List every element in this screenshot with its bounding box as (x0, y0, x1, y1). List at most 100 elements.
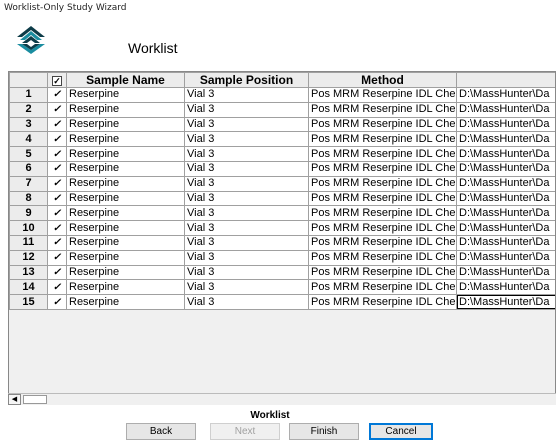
data-path-cell[interactable]: D:\MassHunter\Da (456, 87, 555, 103)
method-cell[interactable]: Pos MRM Reserpine IDL Che (308, 87, 457, 103)
sample-name-cell[interactable]: Reserpine (66, 294, 185, 310)
table-row[interactable]: 15 ✓ Reserpine Vial 3 Pos MRM Reserpine IDL … (9, 294, 555, 310)
sample-position-cell[interactable]: Vial 3 (184, 220, 309, 236)
sample-position-cell[interactable]: Vial 3 (184, 249, 309, 266)
table-row[interactable]: 2 ✓ Reserpine Vial 3 Pos MRM Reserpine IDL C… (9, 101, 555, 118)
table-row[interactable]: 8 ✓ Reserpine Vial 3 Pos MRM Reserpine IDL C… (9, 190, 555, 207)
data-path-cell[interactable]: D:\MassHunter\Da (456, 264, 555, 281)
select-all-checkbox[interactable]: ✓ (47, 72, 67, 88)
column-header-data-path[interactable] (456, 72, 555, 88)
method-cell[interactable]: Pos MRM Reserpine IDL Che (308, 279, 457, 296)
sample-name-cell[interactable]: Reserpine (66, 146, 185, 162)
scrollbar-thumb[interactable] (23, 395, 47, 404)
method-cell[interactable]: Pos MRM Reserpine IDL Che (308, 249, 457, 266)
table-row[interactable]: 5 ✓ Reserpine Vial 3 Pos MRM Reserpine IDL C… (9, 146, 555, 162)
method-cell[interactable]: Pos MRM Reserpine IDL Che (308, 220, 457, 236)
method-cell[interactable]: Pos MRM Reserpine IDL Che (308, 101, 457, 118)
method-cell[interactable]: Pos MRM Reserpine IDL Che (308, 205, 457, 222)
data-path-cell[interactable]: D:\MassHunter\Da (456, 160, 555, 177)
sample-position-cell[interactable]: Vial 3 (184, 175, 309, 192)
sample-name-cell[interactable]: Reserpine (66, 205, 185, 222)
sample-name-cell[interactable]: Reserpine (66, 234, 185, 251)
data-path-cell[interactable]: D:\MassHunter\Da (456, 294, 555, 310)
sample-name-cell[interactable]: Reserpine (66, 131, 185, 148)
row-checkbox[interactable]: ✓ (47, 116, 67, 133)
table-row[interactable]: 6 ✓ Reserpine Vial 3 Pos MRM Reserpine IDL C… (9, 160, 555, 177)
row-checkbox[interactable]: ✓ (47, 160, 67, 177)
sample-position-cell[interactable]: Vial 3 (184, 131, 309, 148)
sample-position-cell[interactable]: Vial 3 (184, 190, 309, 207)
data-path-cell[interactable]: D:\MassHunter\Da (456, 279, 555, 296)
data-path-cell[interactable]: D:\MassHunter\Da (456, 131, 555, 148)
method-cell[interactable]: Pos MRM Reserpine IDL Che (308, 190, 457, 207)
method-cell[interactable]: Pos MRM Reserpine IDL Che (308, 264, 457, 281)
worklist-table[interactable]: ✓ Sample Name Sample Position Method 1 ✓ R… (9, 72, 555, 310)
sample-name-cell[interactable]: Reserpine (66, 160, 185, 177)
data-path-cell[interactable]: D:\MassHunter\Da (456, 205, 555, 222)
method-cell[interactable]: Pos MRM Reserpine IDL Che (308, 116, 457, 133)
data-path-cell[interactable]: D:\MassHunter\Da (456, 116, 555, 133)
table-row[interactable]: 9 ✓ Reserpine Vial 3 Pos MRM Reserpine IDL C… (9, 205, 555, 222)
sample-position-cell[interactable]: Vial 3 (184, 205, 309, 222)
sample-name-cell[interactable]: Reserpine (66, 116, 185, 133)
row-checkbox[interactable]: ✓ (47, 175, 67, 192)
table-row[interactable]: 3 ✓ Reserpine Vial 3 Pos MRM Reserpine IDL C… (9, 116, 555, 133)
row-checkbox[interactable]: ✓ (47, 205, 67, 222)
row-checkbox[interactable]: ✓ (47, 146, 67, 162)
row-checkbox[interactable]: ✓ (47, 264, 67, 281)
sample-position-cell[interactable]: Vial 3 (184, 234, 309, 251)
row-checkbox[interactable]: ✓ (47, 101, 67, 118)
sample-position-cell[interactable]: Vial 3 (184, 294, 309, 310)
data-path-cell[interactable]: D:\MassHunter\Da (456, 220, 555, 236)
table-row[interactable]: 7 ✓ Reserpine Vial 3 Pos MRM Reserpine IDL C… (9, 175, 555, 192)
sample-position-cell[interactable]: Vial 3 (184, 116, 309, 133)
table-row[interactable]: 11 ✓ Reserpine Vial 3 Pos MRM Reserpine IDL … (9, 234, 555, 251)
sample-name-cell[interactable]: Reserpine (66, 190, 185, 207)
sample-position-cell[interactable]: Vial 3 (184, 101, 309, 118)
row-checkbox[interactable]: ✓ (47, 249, 67, 266)
data-path-cell[interactable]: D:\MassHunter\Da (456, 190, 555, 207)
column-header-method[interactable]: Method (308, 72, 457, 88)
data-path-cell[interactable]: D:\MassHunter\Da (456, 234, 555, 251)
sample-name-cell[interactable]: Reserpine (66, 264, 185, 281)
method-cell[interactable]: Pos MRM Reserpine IDL Che (308, 131, 457, 148)
method-cell[interactable]: Pos MRM Reserpine IDL Che (308, 160, 457, 177)
column-header-sample-position[interactable]: Sample Position (184, 72, 309, 88)
table-row[interactable]: 12 ✓ Reserpine Vial 3 Pos MRM Reserpine IDL … (9, 249, 555, 266)
sample-name-cell[interactable]: Reserpine (66, 175, 185, 192)
method-cell[interactable]: Pos MRM Reserpine IDL Che (308, 294, 457, 310)
data-path-cell[interactable]: D:\MassHunter\Da (456, 175, 555, 192)
sample-name-cell[interactable]: Reserpine (66, 87, 185, 103)
row-checkbox[interactable]: ✓ (47, 87, 67, 103)
row-checkbox[interactable]: ✓ (47, 234, 67, 251)
row-checkbox[interactable]: ✓ (47, 279, 67, 296)
sample-name-cell[interactable]: Reserpine (66, 279, 185, 296)
sample-position-cell[interactable]: Vial 3 (184, 279, 309, 296)
horizontal-scrollbar[interactable]: ◀ (8, 393, 556, 405)
sample-position-cell[interactable]: Vial 3 (184, 264, 309, 281)
column-header-sample-name[interactable]: Sample Name (66, 72, 185, 88)
worklist-grid[interactable]: ✓ Sample Name Sample Position Method 1 ✓ R… (8, 71, 556, 404)
back-button[interactable]: Back (126, 423, 196, 440)
data-path-cell[interactable]: D:\MassHunter\Da (456, 101, 555, 118)
data-path-cell[interactable]: D:\MassHunter\Da (456, 146, 555, 162)
cancel-button[interactable]: Cancel (369, 423, 433, 440)
row-checkbox[interactable]: ✓ (47, 190, 67, 207)
sample-position-cell[interactable]: Vial 3 (184, 146, 309, 162)
sample-name-cell[interactable]: Reserpine (66, 101, 185, 118)
table-row[interactable]: 14 ✓ Reserpine Vial 3 Pos MRM Reserpine IDL … (9, 279, 555, 296)
data-path-cell[interactable]: D:\MassHunter\Da (456, 249, 555, 266)
table-row[interactable]: 4 ✓ Reserpine Vial 3 Pos MRM Reserpine IDL C… (9, 131, 555, 148)
sample-name-cell[interactable]: Reserpine (66, 249, 185, 266)
table-row[interactable]: 10 ✓ Reserpine Vial 3 Pos MRM Reserpine IDL … (9, 220, 555, 236)
finish-button[interactable]: Finish (289, 423, 359, 440)
sample-name-cell[interactable]: Reserpine (66, 220, 185, 236)
table-row[interactable]: 13 ✓ Reserpine Vial 3 Pos MRM Reserpine IDL … (9, 264, 555, 281)
method-cell[interactable]: Pos MRM Reserpine IDL Che (308, 234, 457, 251)
row-checkbox[interactable]: ✓ (47, 220, 67, 236)
method-cell[interactable]: Pos MRM Reserpine IDL Che (308, 146, 457, 162)
table-row[interactable]: 1 ✓ Reserpine Vial 3 Pos MRM Reserpine IDL C… (9, 87, 555, 103)
row-checkbox[interactable]: ✓ (47, 131, 67, 148)
method-cell[interactable]: Pos MRM Reserpine IDL Che (308, 175, 457, 192)
next-button[interactable]: Next (210, 423, 280, 440)
